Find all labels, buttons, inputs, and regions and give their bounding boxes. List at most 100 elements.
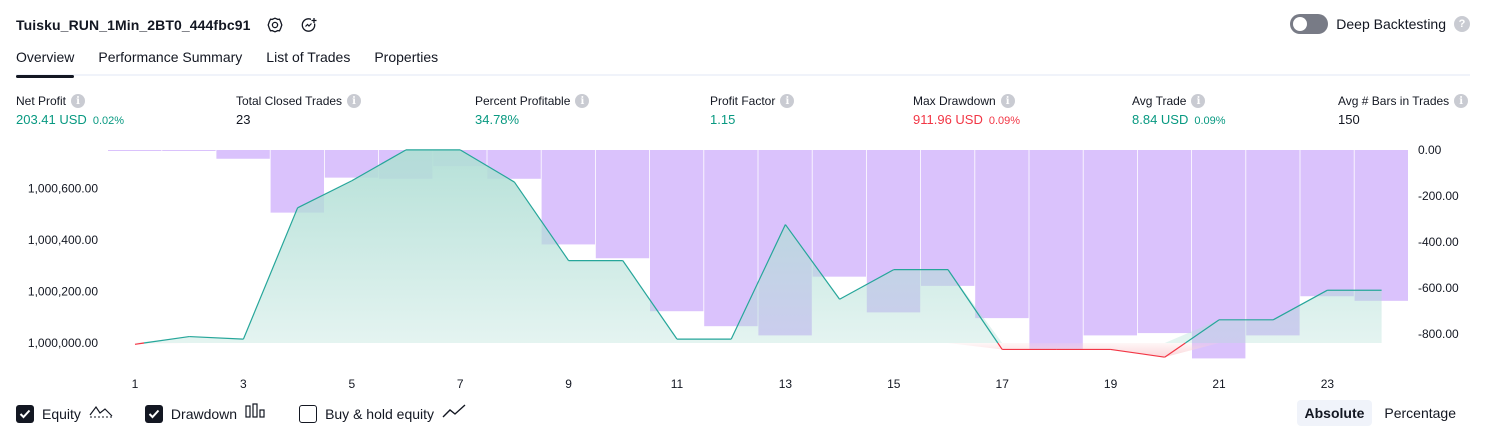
stat-value: 34.78% (475, 112, 520, 127)
info-icon[interactable]: i (1000, 94, 1015, 108)
stat-total-closed-trades: Total Closed Trades i 23 (236, 93, 362, 127)
deep-backtesting: Deep Backtesting ? (1290, 14, 1470, 34)
right-axis-tick: -600.00 (1418, 281, 1459, 295)
equity-drawdown-chart[interactable]: 1,000,600.00 1,000,400.00 1,000,200.00 1,00… (0, 138, 1486, 390)
drawdown-checkbox[interactable] (144, 404, 163, 423)
drawdown-bar (162, 150, 216, 151)
info-icon[interactable]: i (1191, 94, 1206, 108)
stat-avg-trade: Avg Trade i 8.84 USD 0.09% (1132, 93, 1226, 127)
x-axis-tick: 11 (671, 377, 684, 390)
legend-label: Equity (42, 405, 81, 422)
stat-percent: 0.09% (1194, 115, 1226, 127)
help-icon[interactable]: ? (1454, 16, 1470, 32)
absolute-button[interactable]: Absolute (1296, 400, 1373, 426)
deep-backtesting-toggle[interactable] (1290, 14, 1329, 34)
x-axis-tick: 9 (565, 377, 572, 390)
x-axis-tick: 15 (887, 377, 901, 390)
deep-backtesting-label: Deep Backtesting (1336, 16, 1446, 32)
drawdown-bar (595, 150, 650, 259)
header-bar: Tuisku_RUN_1Min_2BT0_444fbc91 (16, 14, 319, 36)
drawdown-bar (812, 150, 866, 277)
tab-bar: Overview Performance Summary List of Tra… (16, 48, 1470, 78)
x-axis-tick: 7 (457, 377, 464, 390)
stat-profit-factor: Profit Factor i 1.15 (710, 93, 795, 127)
right-axis-tick: -400.00 (1418, 235, 1459, 249)
drawdown-bar (541, 150, 595, 245)
info-icon[interactable]: i (1454, 94, 1469, 108)
left-axis-tick: 1,000,000.00 (28, 336, 98, 350)
stat-percent: 0.09% (988, 115, 1021, 127)
stat-net-profit: Net Profit i 203.41 USD 0.02% (16, 93, 124, 127)
drawdown-bar (1029, 150, 1083, 350)
left-axis-tick: 1,000,200.00 (28, 285, 98, 299)
x-axis-tick: 13 (779, 377, 793, 390)
stat-value: 8.84 USD (1132, 112, 1189, 127)
stat-label: Net Profit (16, 94, 67, 108)
toggle-knob (1293, 17, 1308, 31)
right-axis-tick: -800.00 (1418, 327, 1459, 341)
drawdown-bar (1083, 150, 1137, 336)
stat-label: Max Drawdown (913, 94, 996, 108)
tab-list-of-trades[interactable]: List of Trades (266, 48, 350, 76)
tab-performance-summary[interactable]: Performance Summary (98, 48, 242, 76)
x-axis-tick: 17 (996, 377, 1010, 390)
stat-label: Profit Factor (710, 94, 776, 108)
tab-overview[interactable]: Overview (16, 48, 75, 78)
chart-legend: Equity Drawdown Buy & hold equity (16, 403, 498, 424)
x-axis-tick: 1 (132, 377, 139, 390)
x-axis-tick: 5 (348, 377, 355, 390)
drawdown-bar (108, 150, 162, 151)
info-icon[interactable]: i (71, 94, 86, 108)
percentage-button[interactable]: Percentage (1376, 400, 1464, 426)
buy-hold-line-icon (442, 403, 466, 424)
info-icon[interactable]: i (575, 94, 590, 108)
drawdown-bar (216, 150, 270, 159)
drawdown-bar (1246, 150, 1300, 336)
value-mode-switch: Absolute Percentage (1296, 400, 1465, 426)
stat-label: Avg # Bars in Trades (1338, 94, 1450, 108)
x-axis-tick: 19 (1104, 377, 1118, 390)
drawdown-bar (1354, 150, 1408, 301)
stat-value: 203.41 USD (16, 112, 87, 127)
legend-equity[interactable]: Equity (16, 403, 113, 424)
drawdown-bar (921, 150, 975, 286)
info-icon[interactable]: i (347, 94, 362, 108)
equity-checkbox[interactable] (16, 404, 34, 423)
equity-line-icon (89, 403, 113, 424)
legend-label: Buy & hold equity (325, 405, 435, 422)
x-axis-tick: 23 (1321, 377, 1335, 390)
stats-row: Net Profit i 203.41 USD 0.02% Total Closed… (0, 93, 1486, 129)
right-axis: 0.00 -200.00 -400.00 -600.00 -800.00 (1418, 143, 1459, 341)
x-axis-tick: 3 (240, 377, 247, 390)
stat-max-drawdown: Max Drawdown i 911.96 USD 0.09% (913, 93, 1020, 127)
drawdown-bar (1137, 150, 1192, 334)
right-axis-tick: 0.00 (1418, 143, 1442, 157)
drawdown-bar (1300, 150, 1354, 297)
stat-value: 23 (236, 112, 251, 127)
right-axis-tick: -200.00 (1418, 189, 1459, 203)
drawdown-bar (650, 150, 704, 312)
stat-avg-bars-in-trades: Avg # Bars in Trades i 150 (1338, 93, 1469, 127)
tab-properties[interactable]: Properties (374, 48, 438, 76)
stat-value: 1.15 (710, 112, 736, 127)
left-axis: 1,000,600.00 1,000,400.00 1,000,200.00 1,00… (28, 182, 98, 351)
stat-label: Total Closed Trades (236, 94, 343, 108)
buy-hold-checkbox[interactable] (299, 404, 318, 423)
left-axis-tick: 1,000,400.00 (28, 233, 98, 247)
drawdown-bar (975, 150, 1029, 319)
drawdown-bars-icon (245, 403, 267, 424)
stat-percent-profitable: Percent Profitable i 34.78% (475, 93, 590, 127)
add-to-chart-icon[interactable] (299, 15, 319, 35)
legend-buy-hold-equity[interactable]: Buy & hold equity (299, 403, 466, 424)
strategy-name: Tuisku_RUN_1Min_2BT0_444fbc91 (16, 17, 251, 33)
settings-icon[interactable] (265, 15, 285, 35)
left-axis-tick: 1,000,600.00 (28, 182, 98, 196)
stat-percent: 0.02% (92, 115, 125, 127)
stat-value: 911.96 USD (913, 112, 983, 127)
legend-label: Drawdown (170, 405, 238, 422)
info-icon[interactable]: i (780, 94, 795, 108)
stat-label: Avg Trade (1132, 94, 1187, 108)
stat-label: Percent Profitable (475, 94, 571, 108)
legend-drawdown[interactable]: Drawdown (144, 403, 267, 424)
x-axis: 1 3 5 7 9 11 13 15 17 19 21 23 (132, 377, 1335, 390)
